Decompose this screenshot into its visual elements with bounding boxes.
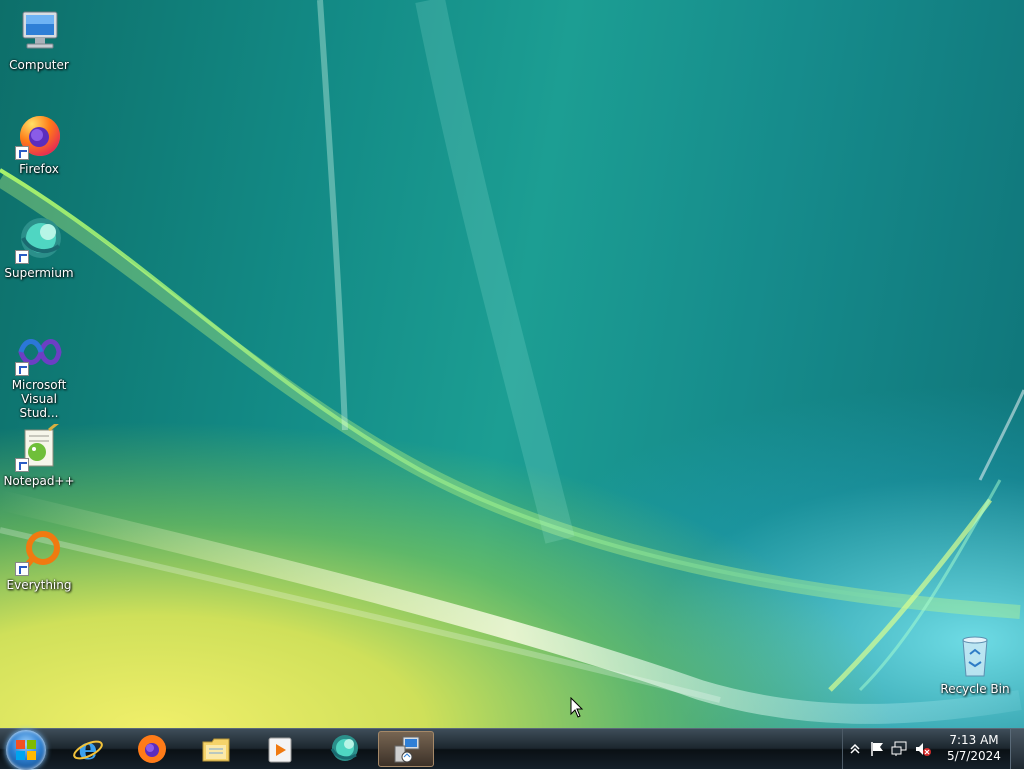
show-desktop-button[interactable]: [1010, 729, 1024, 769]
taskbar: e 7:13 AM 5/7/2024: [0, 728, 1024, 770]
desktop-icon-label: Recycle Bin: [940, 682, 1010, 696]
taskbar-firefox[interactable]: [124, 731, 180, 767]
desktop-icon-recycle-bin[interactable]: Recycle Bin: [937, 632, 1013, 696]
desktop-icon-label: Firefox: [19, 162, 59, 176]
network-icon[interactable]: [891, 741, 907, 757]
everything-search-icon: [15, 528, 63, 576]
clock-time: 7:13 AM: [949, 733, 999, 747]
desktop-icon-computer[interactable]: Computer: [1, 8, 77, 72]
remote-desktop-icon: [394, 736, 420, 763]
taskbar-file-explorer[interactable]: [188, 731, 244, 767]
shortcut-arrow-icon: [15, 562, 29, 576]
file-explorer-icon: [202, 738, 230, 762]
media-player-icon: [268, 737, 292, 763]
shortcut-arrow-icon: [15, 250, 29, 264]
desktop-icon-label: Microsoft Visual Stud...: [11, 378, 67, 420]
firefox-icon: [138, 735, 166, 763]
desktop-icon-supermium[interactable]: Supermium: [1, 216, 77, 280]
action-center-flag-icon[interactable]: [869, 741, 885, 757]
desktop-icon-label: Supermium: [4, 266, 74, 280]
shortcut-arrow-icon: [15, 146, 29, 160]
desktop-icon-everything[interactable]: Everything: [1, 528, 77, 592]
shortcut-arrow-icon: [15, 458, 29, 472]
desktop-icon-label: Notepad++: [3, 474, 75, 488]
internet-explorer-icon: e: [73, 733, 103, 765]
recycle-bin-icon: [951, 632, 999, 680]
computer-icon: [15, 8, 63, 56]
taskbar-remote-desktop[interactable]: [378, 731, 434, 767]
firefox-icon: [15, 112, 63, 160]
svg-text:e: e: [78, 733, 97, 765]
mouse-cursor-icon: [570, 697, 584, 718]
taskbar-supermium[interactable]: [316, 731, 372, 767]
supermium-icon: [15, 216, 63, 264]
taskbar-clock[interactable]: 7:13 AM 5/7/2024: [939, 732, 1009, 764]
show-hidden-icons-icon[interactable]: [847, 741, 863, 757]
windows-logo-icon: [16, 740, 36, 760]
desktop-icon-label: Computer: [9, 58, 69, 72]
notepad-plus-plus-icon: [15, 424, 63, 472]
visual-studio-icon: [15, 328, 63, 376]
start-button[interactable]: [6, 730, 46, 770]
supermium-icon: [330, 735, 358, 761]
system-tray: 7:13 AM 5/7/2024: [842, 729, 1024, 769]
desktop-icon-notepad-plus-plus[interactable]: Notepad++: [1, 424, 77, 488]
wallpaper-swoosh: [0, 0, 1024, 724]
desktop-icon-visual-studio[interactable]: Microsoft Visual Stud...: [1, 328, 77, 420]
shortcut-arrow-icon: [15, 362, 29, 376]
taskbar-media-player[interactable]: [252, 731, 308, 767]
taskbar-internet-explorer[interactable]: e: [60, 731, 116, 767]
clock-date: 5/7/2024: [947, 749, 1001, 763]
desktop-icon-firefox[interactable]: Firefox: [1, 112, 77, 176]
desktop-icon-label: Everything: [6, 578, 72, 592]
desktop-background[interactable]: Computer Firefox Supermium Microsoft Vis…: [0, 0, 1024, 728]
volume-muted-icon[interactable]: [915, 741, 931, 757]
